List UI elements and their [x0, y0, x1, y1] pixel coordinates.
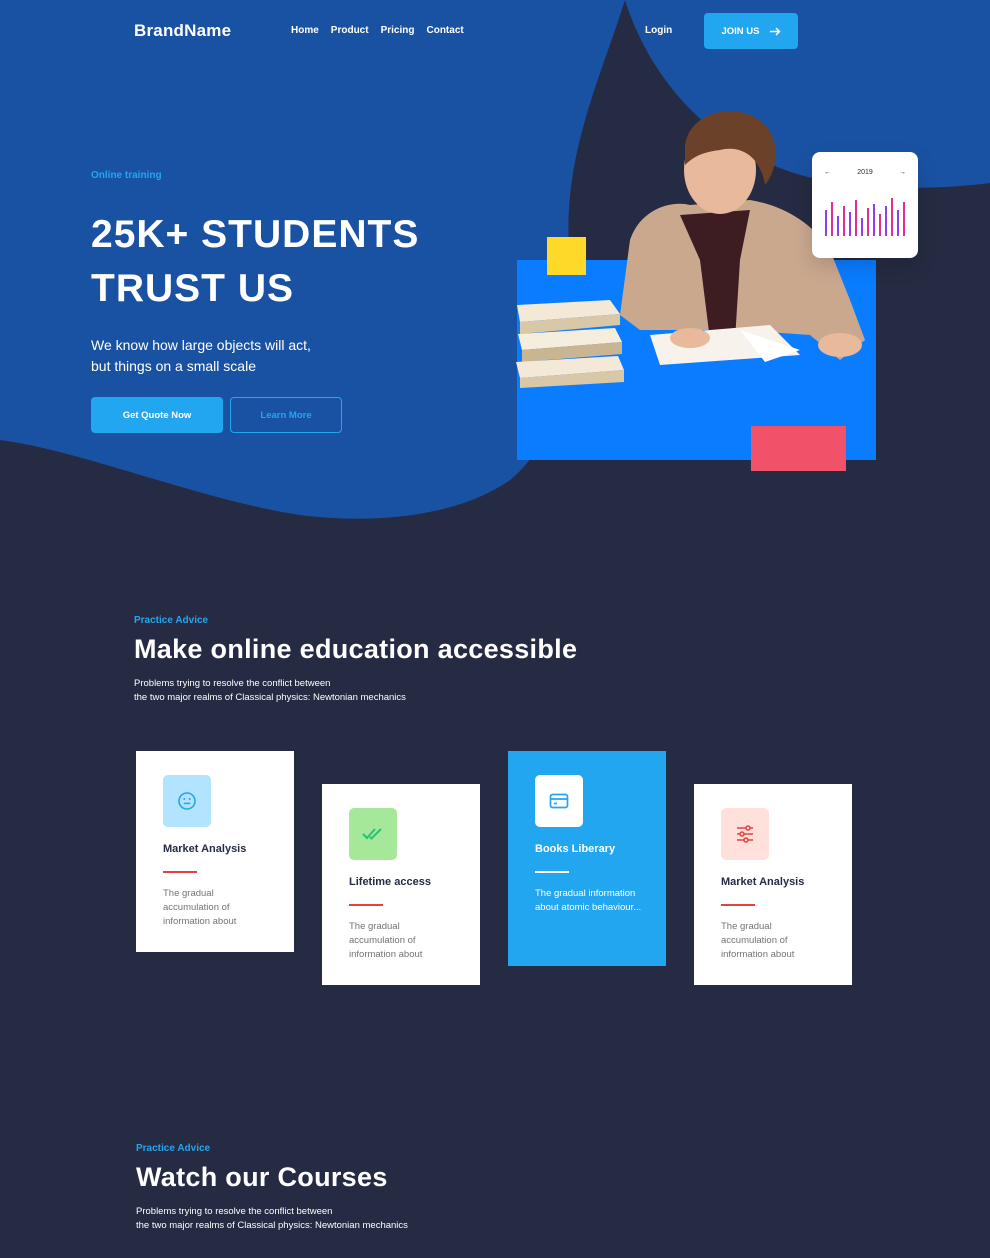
- nav-link-contact[interactable]: Contact: [426, 25, 463, 36]
- hero-title-line-2: TRUST US: [91, 267, 294, 310]
- advice-description: Problems trying to resolve the conflict …: [134, 677, 494, 705]
- mini-bar: [873, 204, 875, 236]
- nav-link-product[interactable]: Product: [331, 25, 369, 36]
- join-us-label: JOIN US: [721, 25, 760, 37]
- mini-bar: [891, 198, 893, 236]
- mini-bar: [831, 202, 833, 236]
- book-stack: [516, 300, 624, 388]
- feature-card-books-liberary[interactable]: Books Liberary The gradual information a…: [508, 751, 666, 966]
- mini-bar: [903, 202, 905, 236]
- card-title: Market Analysis: [721, 876, 805, 888]
- hero-title-line-1: 25K+ STUDENTS: [91, 213, 420, 256]
- card-description: The gradual accumulation of information …: [163, 888, 237, 927]
- courses-description-line-1: Problems trying to resolve the conflict …: [136, 1206, 333, 1217]
- get-quote-button[interactable]: Get Quote Now: [91, 397, 223, 433]
- login-link[interactable]: Login: [645, 25, 672, 36]
- card-icon-box: [721, 808, 769, 860]
- nav-link-pricing[interactable]: Pricing: [381, 25, 415, 36]
- card-divider: [349, 904, 383, 906]
- feature-card-market-analysis-2[interactable]: Market Analysis The gradual accumulation…: [694, 784, 852, 985]
- hero-subtitle: We know how large objects will act, but …: [91, 335, 371, 377]
- brand-logo[interactable]: BrandName: [134, 21, 231, 41]
- card-title: Lifetime access: [349, 876, 431, 888]
- hero-subtitle-line-1: We know how large objects will act,: [91, 337, 311, 353]
- card-divider: [721, 904, 755, 906]
- courses-title: Watch our Courses: [136, 1162, 388, 1192]
- hero-subtitle-line-2: but things on a small scale: [91, 358, 256, 374]
- card-description: The gradual accumulation of information …: [721, 921, 795, 960]
- card-icon-box: [535, 775, 583, 827]
- join-us-button[interactable]: JOIN US: [704, 13, 798, 49]
- courses-description-line-2: the two major realms of Classical physic…: [136, 1220, 408, 1231]
- hero-title: 25K+ STUDENTS TRUST US: [91, 208, 471, 316]
- mini-bar-chart: [825, 198, 905, 236]
- advice-description-line-1: Problems trying to resolve the conflict …: [134, 678, 331, 689]
- mini-bar: [897, 210, 899, 236]
- card-icon: [549, 793, 569, 809]
- card-description: The gradual information about atomic beh…: [535, 888, 642, 913]
- top-navbar: BrandName Home Product Pricing Contact L…: [0, 0, 990, 62]
- feature-card-lifetime-access[interactable]: Lifetime access The gradual accumulation…: [322, 784, 480, 985]
- card-title: Books Liberary: [535, 843, 616, 855]
- red-accent-rect: [751, 426, 846, 471]
- advice-eyebrow: Practice Advice: [134, 615, 209, 626]
- chart-widget: ← 2019 →: [812, 152, 918, 258]
- sliders-icon: [737, 825, 753, 843]
- card-divider: [163, 871, 197, 873]
- mini-bar: [837, 216, 839, 236]
- nav-link-home[interactable]: Home: [291, 25, 319, 36]
- advice-title: Make online education accessible: [134, 634, 578, 664]
- advice-description-line-2: the two major realms of Classical physic…: [134, 692, 406, 703]
- mini-bar: [843, 206, 845, 236]
- mini-bar: [825, 210, 827, 236]
- card-description: The gradual accumulation of information …: [349, 921, 423, 960]
- nav-links: Home Product Pricing Contact: [291, 25, 476, 36]
- learn-more-button[interactable]: Learn More: [230, 397, 342, 433]
- card-icon-box: [163, 775, 211, 827]
- yellow-accent-square: [547, 237, 586, 275]
- mini-bar: [855, 200, 857, 236]
- double-check-icon: [362, 828, 382, 840]
- mini-bar: [885, 206, 887, 236]
- courses-description: Problems trying to resolve the conflict …: [136, 1205, 496, 1233]
- courses-eyebrow: Practice Advice: [136, 1143, 211, 1154]
- card-title: Market Analysis: [163, 843, 247, 855]
- card-divider: [535, 871, 569, 873]
- mini-bar: [879, 214, 881, 236]
- smiley-icon: [178, 792, 196, 810]
- mini-bar: [867, 208, 869, 236]
- mini-bar: [861, 218, 863, 236]
- arrow-right-icon: [769, 27, 780, 35]
- mini-bar: [849, 212, 851, 236]
- card-icon-box: [349, 808, 397, 860]
- feature-card-market-analysis[interactable]: Market Analysis The gradual accumulation…: [136, 751, 294, 952]
- hero-eyebrow: Online training: [91, 170, 162, 181]
